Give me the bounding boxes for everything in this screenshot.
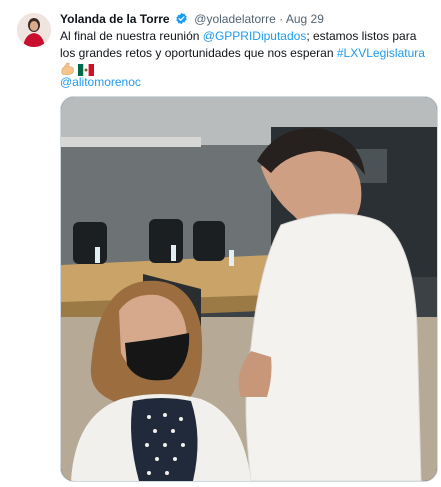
mention-link-alitomorenoc[interactable]: @alitomorenoc [60, 74, 141, 90]
tweet-header: Yolanda de la Torre @yoladelatorre · Aug… [60, 11, 324, 29]
meeting-photo-image [61, 97, 437, 481]
mention-link-gppridiputados[interactable]: @GPPRIDiputados [203, 29, 307, 43]
tweet-photo[interactable] [60, 96, 438, 482]
author-avatar[interactable] [17, 13, 51, 47]
tweet-text-start: Al final de nuestra reunión [60, 29, 203, 43]
tweet-date[interactable]: Aug 29 [286, 12, 324, 26]
author-name[interactable]: Yolanda de la Torre [60, 12, 170, 26]
avatar-image [17, 13, 51, 47]
tweet-card[interactable]: Yolanda de la Torre @yoladelatorre · Aug… [0, 0, 441, 487]
header-separator: · [279, 12, 284, 26]
verified-badge-icon [175, 12, 188, 29]
author-handle[interactable]: @yoladelatorre [194, 12, 276, 26]
hashtag-link[interactable]: #LXVLegislatura [337, 46, 425, 60]
